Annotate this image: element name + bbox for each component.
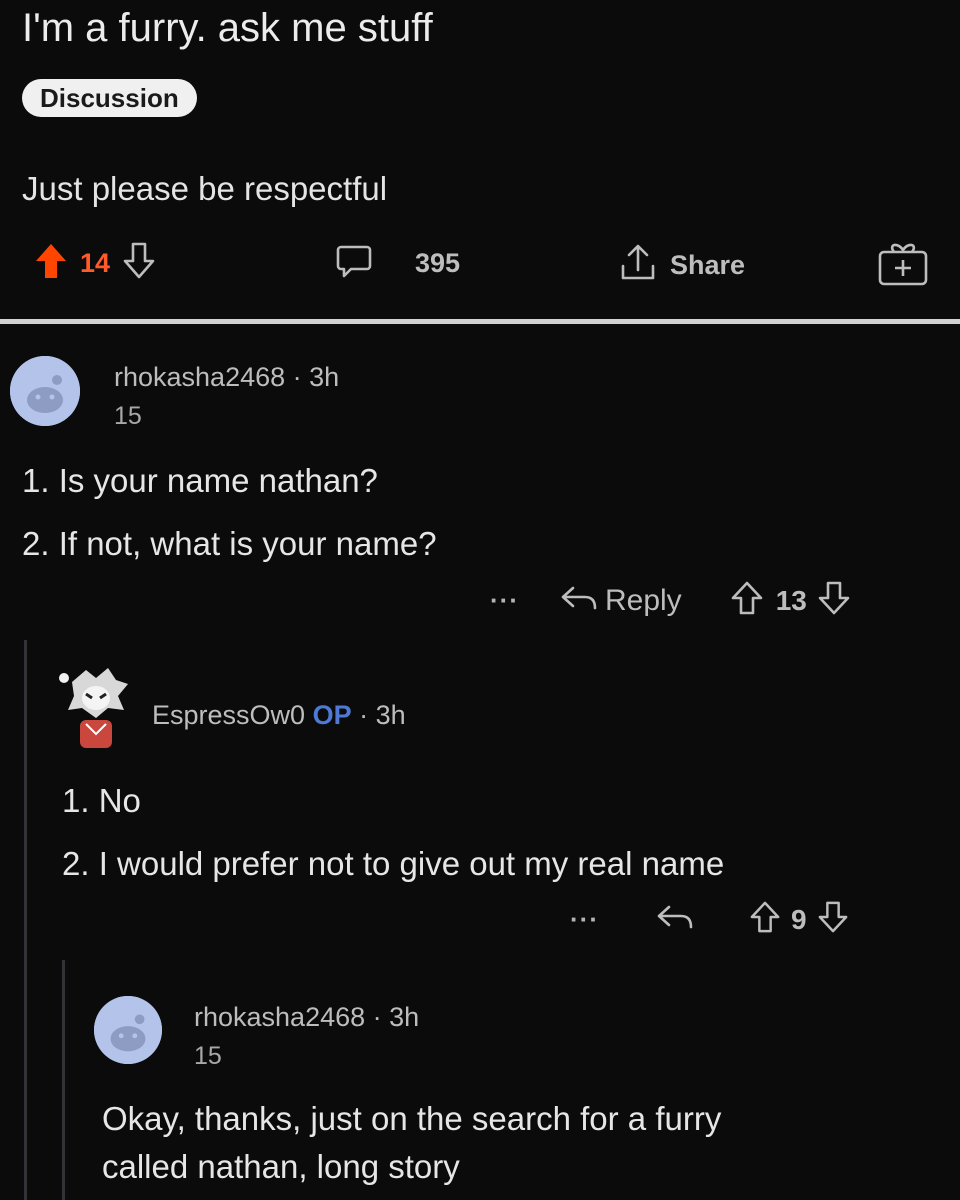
share-icon <box>618 242 658 289</box>
more-options-icon[interactable]: ··· <box>490 585 519 616</box>
snoo-avatar-icon <box>94 996 162 1064</box>
custom-avatar-icon <box>59 668 128 748</box>
comment-timestamp: · 3h <box>372 1002 420 1032</box>
downvote-icon[interactable] <box>817 900 849 939</box>
comment-timestamp: · 3h <box>292 362 340 392</box>
comment-timestamp: · 3h <box>359 700 406 730</box>
upvote-icon[interactable] <box>749 900 781 939</box>
comment-count: 395 <box>415 248 461 278</box>
thread-line[interactable] <box>24 640 27 1200</box>
post-divider <box>0 319 960 324</box>
post-vote-count: 14 <box>80 248 111 278</box>
post-vote-bar: 14 <box>34 242 156 285</box>
comment-text-line: 2. If not, what is your name? <box>22 525 437 562</box>
upvote-icon[interactable] <box>730 580 764 621</box>
comments-button[interactable]: 395 <box>335 242 460 285</box>
downvote-icon[interactable] <box>817 580 851 621</box>
comment-action-bar: ··· 9 <box>570 900 849 939</box>
share-button[interactable]: Share <box>618 242 745 289</box>
comment-author[interactable]: EspressOw0 OP · 3h <box>152 700 406 731</box>
award-button[interactable] <box>876 240 930 293</box>
comment-text-line: 2. I would prefer not to give out my rea… <box>62 845 725 882</box>
username[interactable]: rhokasha2468 <box>194 1002 365 1032</box>
user-flair: 15 <box>114 402 142 430</box>
post-title: I'm a furry. ask me stuff <box>22 6 433 50</box>
downvote-arrow-icon[interactable] <box>122 242 156 285</box>
comment-text-line: called nathan, long story <box>102 1148 460 1185</box>
avatar[interactable] <box>10 356 80 426</box>
snoo-avatar-icon <box>10 356 80 426</box>
comment-action-bar: ··· Reply 13 <box>490 580 851 621</box>
more-options-icon[interactable]: ··· <box>570 904 599 935</box>
comment-author[interactable]: rhokasha2468 · 3h <box>194 1002 419 1033</box>
user-flair: 15 <box>194 1042 222 1070</box>
username[interactable]: EspressOw0 <box>152 700 305 730</box>
op-badge: OP <box>312 700 352 730</box>
comment-text-line: 1. No <box>62 782 141 819</box>
gift-award-icon <box>876 240 930 293</box>
comment-text-line: Okay, thanks, just on the search for a f… <box>102 1100 722 1137</box>
comment-author[interactable]: rhokasha2468 · 3h <box>114 362 339 393</box>
comment-vote-count: 13 <box>775 584 807 616</box>
avatar[interactable] <box>56 664 134 754</box>
avatar[interactable] <box>94 996 162 1064</box>
thread-line[interactable] <box>62 960 65 1200</box>
username[interactable]: rhokasha2468 <box>114 362 285 392</box>
post-flair-badge[interactable]: Discussion <box>22 79 197 117</box>
reply-arrow-icon[interactable] <box>559 583 599 618</box>
reply-arrow-icon[interactable] <box>655 902 695 937</box>
reply-button[interactable]: Reply <box>605 584 682 618</box>
post-body: Just please be respectful <box>22 170 388 207</box>
comment-text-line: 1. Is your name nathan? <box>22 462 378 499</box>
comment-vote-count: 9 <box>790 903 807 935</box>
comment-bubble-icon <box>335 242 373 285</box>
share-label: Share <box>670 250 746 280</box>
upvote-arrow-icon[interactable] <box>34 242 68 285</box>
